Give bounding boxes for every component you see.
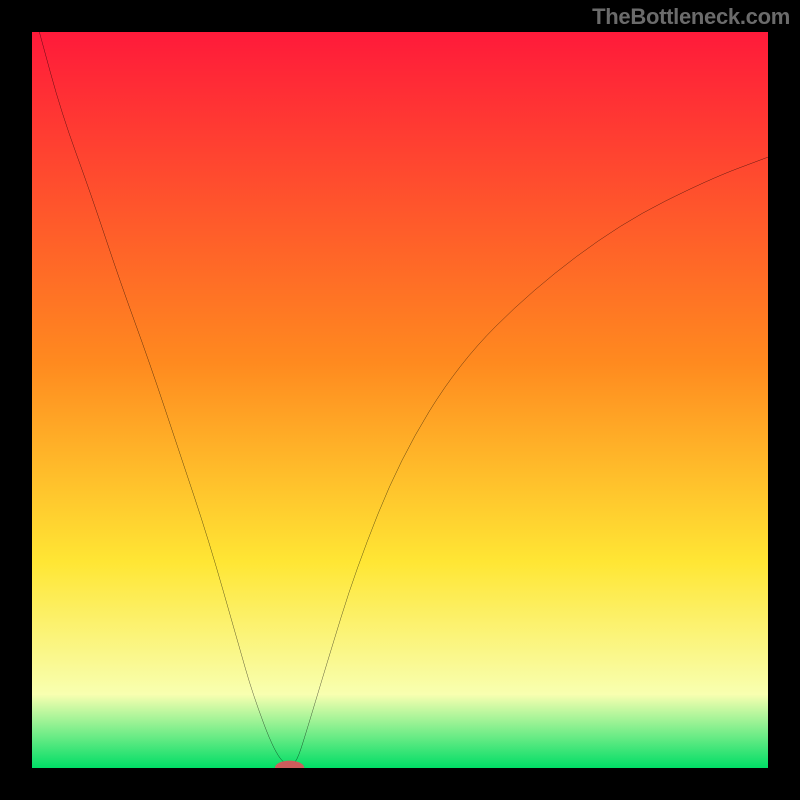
attribution-text: TheBottleneck.com (592, 4, 790, 30)
bottleneck-chart (32, 32, 768, 768)
chart-background (32, 32, 768, 768)
chart-container: TheBottleneck.com (0, 0, 800, 800)
